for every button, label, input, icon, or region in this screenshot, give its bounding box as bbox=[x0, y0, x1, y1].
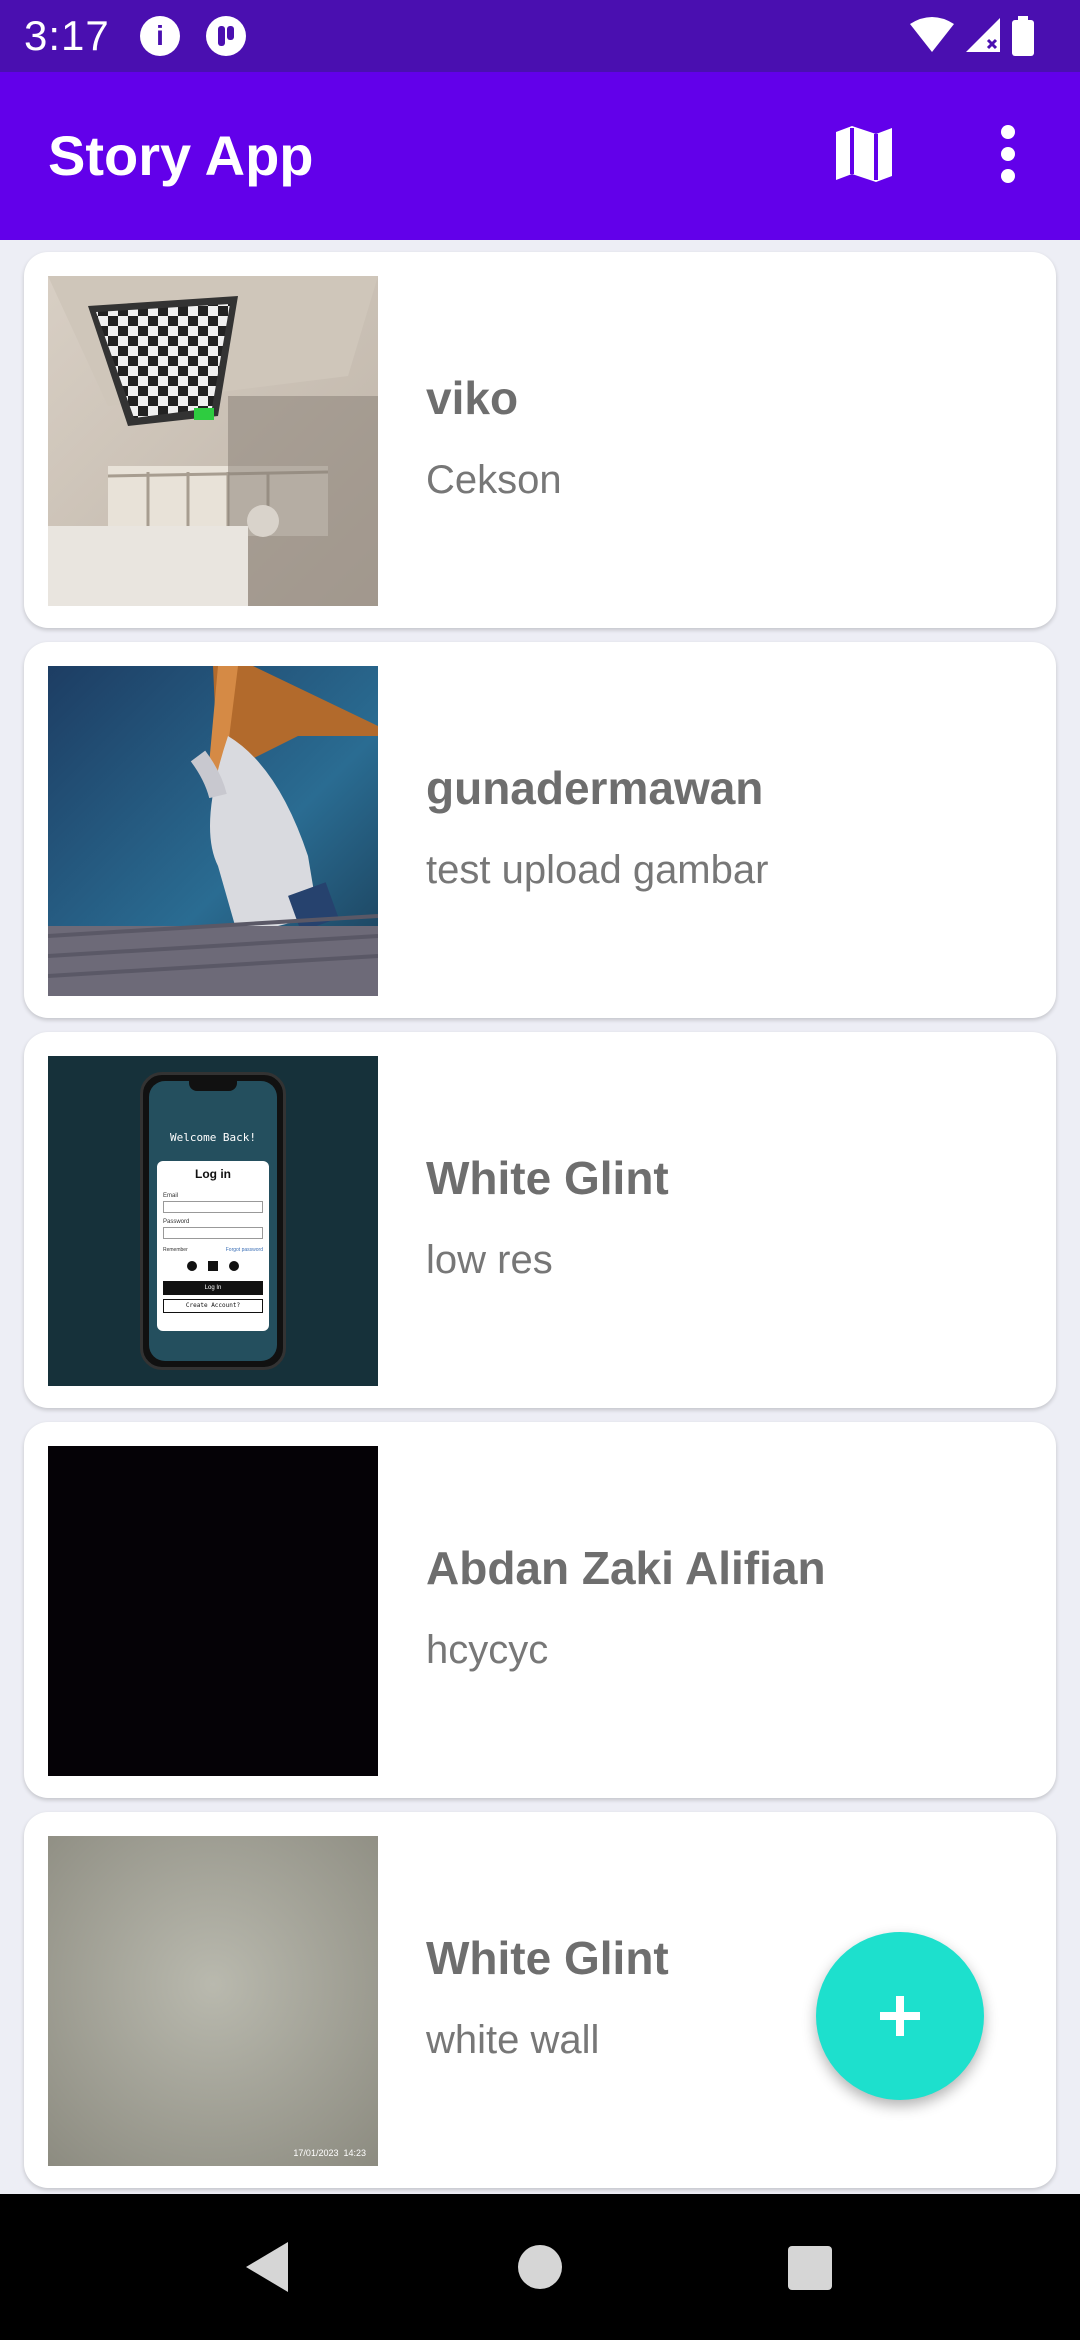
home-button[interactable] bbox=[497, 2224, 583, 2310]
phone-login-screen-photo: Welcome Back! Log in Email Password Reme… bbox=[140, 1072, 286, 1370]
story-thumbnail bbox=[48, 276, 378, 606]
add-story-fab[interactable] bbox=[816, 1932, 984, 2100]
battery-icon bbox=[1012, 16, 1034, 56]
story-author-name: White Glint bbox=[426, 1152, 669, 1204]
more-vert-icon bbox=[1001, 125, 1015, 183]
phone-notch bbox=[189, 1081, 237, 1091]
mockup-forgot-label: Forgot password bbox=[225, 1247, 263, 1253]
ceiling-checkerboard-photo bbox=[48, 276, 378, 606]
story-description: low res bbox=[426, 1238, 553, 1282]
story-thumbnail bbox=[48, 1446, 378, 1776]
add-icon bbox=[880, 1996, 920, 2036]
story-card[interactable]: Welcome Back! Log in Email Password Reme… bbox=[24, 1032, 1056, 1408]
story-author-name: viko bbox=[426, 372, 519, 424]
mockup-email-field bbox=[163, 1201, 263, 1213]
back-button[interactable] bbox=[224, 2224, 310, 2310]
phone-screen: Welcome Back! Log in Email Password Reme… bbox=[149, 1081, 277, 1361]
map-button[interactable] bbox=[828, 118, 900, 190]
wifi-icon bbox=[910, 17, 954, 52]
story-card[interactable]: gunadermawan test upload gambar bbox=[24, 642, 1056, 1018]
hand-on-wood-photo bbox=[48, 666, 378, 996]
back-icon bbox=[246, 2242, 288, 2292]
facebook-icon bbox=[208, 1261, 218, 1271]
google-icon bbox=[187, 1261, 197, 1271]
mockup-create-button: Create Account? bbox=[163, 1299, 263, 1313]
story-thumbnail: 17/01/2023 14:23 bbox=[48, 1836, 378, 2166]
app-bar: Story App bbox=[0, 72, 1080, 240]
map-icon bbox=[836, 126, 892, 182]
story-author-name: gunadermawan bbox=[426, 762, 764, 814]
mockup-login-form: Log in Email Password Remember Forgot pa… bbox=[157, 1161, 269, 1331]
story-description: test upload gambar bbox=[426, 848, 769, 892]
system-nav-bar bbox=[0, 2194, 1080, 2340]
mockup-password-label: Password bbox=[163, 1219, 190, 1225]
status-right-icons bbox=[908, 14, 1058, 58]
story-card[interactable]: viko Cekson bbox=[24, 252, 1056, 628]
story-author-name: Abdan Zaki Alifian bbox=[426, 1542, 826, 1594]
mockup-remember-label: Remember bbox=[163, 1247, 188, 1253]
story-thumbnail bbox=[48, 666, 378, 996]
info-icon: i bbox=[140, 16, 180, 56]
story-list[interactable]: viko Cekson gunadermawan test upload gam… bbox=[0, 240, 1080, 2194]
status-time: 3:17 bbox=[24, 12, 110, 59]
story-thumbnail: Welcome Back! Log in Email Password Reme… bbox=[48, 1056, 378, 1386]
signal-icon bbox=[966, 18, 1000, 52]
mockup-password-field bbox=[163, 1227, 263, 1239]
mockup-social-icons bbox=[187, 1261, 239, 1273]
black-photo bbox=[48, 1446, 378, 1776]
photo-timestamp: 17/01/2023 14:23 bbox=[293, 2148, 366, 2158]
mockup-login-button: Log In bbox=[163, 1281, 263, 1295]
app-notification-icon bbox=[206, 16, 246, 56]
overflow-menu-button[interactable] bbox=[976, 118, 1040, 190]
home-icon bbox=[518, 2245, 562, 2289]
status-bar: 3:17 i bbox=[0, 0, 1080, 72]
app-title: Story App bbox=[48, 124, 314, 187]
white-wall-photo bbox=[48, 1836, 378, 2166]
twitter-icon bbox=[229, 1261, 239, 1271]
recents-button[interactable] bbox=[766, 2224, 852, 2310]
story-description: Cekson bbox=[426, 458, 562, 502]
mockup-title: Log in bbox=[195, 1167, 231, 1181]
story-card[interactable]: Abdan Zaki Alifian hcycyc bbox=[24, 1422, 1056, 1798]
story-author-name: White Glint bbox=[426, 1932, 669, 1984]
mockup-email-label: Email bbox=[163, 1193, 179, 1199]
recents-icon bbox=[788, 2246, 832, 2290]
mockup-header: Welcome Back! bbox=[169, 1131, 257, 1144]
story-description: hcycyc bbox=[426, 1628, 549, 1672]
story-description: white wall bbox=[426, 2018, 600, 2062]
